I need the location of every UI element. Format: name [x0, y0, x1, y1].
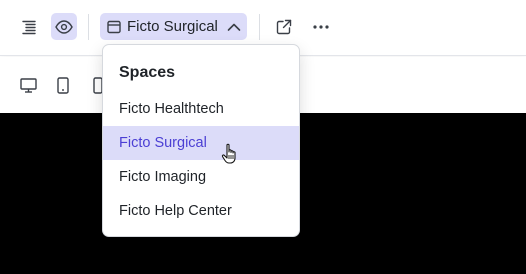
window-icon: [107, 20, 121, 33]
hand-cursor-icon: [221, 143, 239, 170]
open-external-icon: [276, 19, 292, 35]
tablet-icon: [57, 76, 69, 94]
more-icon: [313, 25, 329, 29]
chevron-up-icon: [227, 23, 241, 31]
space-item-ficto-surgical[interactable]: Ficto Surgical: [103, 126, 299, 160]
toolbar-divider: [88, 14, 89, 40]
dropdown-title: Spaces: [119, 64, 176, 81]
toolbar-divider: [259, 14, 260, 40]
space-item-ficto-help-center[interactable]: Ficto Help Center: [103, 194, 299, 228]
open-external-button[interactable]: [273, 14, 295, 40]
preview-eye-icon: [55, 19, 73, 34]
more-button[interactable]: [309, 14, 333, 40]
space-item-ficto-healthtech[interactable]: Ficto Healthtech: [103, 92, 299, 126]
outline-icon[interactable]: [18, 14, 40, 40]
tablet-view-button[interactable]: [56, 74, 70, 96]
desktop-view-button[interactable]: [19, 74, 37, 96]
space-item-ficto-imaging[interactable]: Ficto Imaging: [103, 160, 299, 194]
preview-toggle-button[interactable]: [51, 13, 77, 40]
space-selector-button[interactable]: Ficto Surgical: [100, 13, 247, 40]
space-selector-label: Ficto Surgical: [127, 18, 218, 35]
spaces-dropdown: Spaces Ficto Healthtech Ficto Surgical F…: [102, 44, 300, 237]
desktop-icon: [19, 77, 37, 93]
